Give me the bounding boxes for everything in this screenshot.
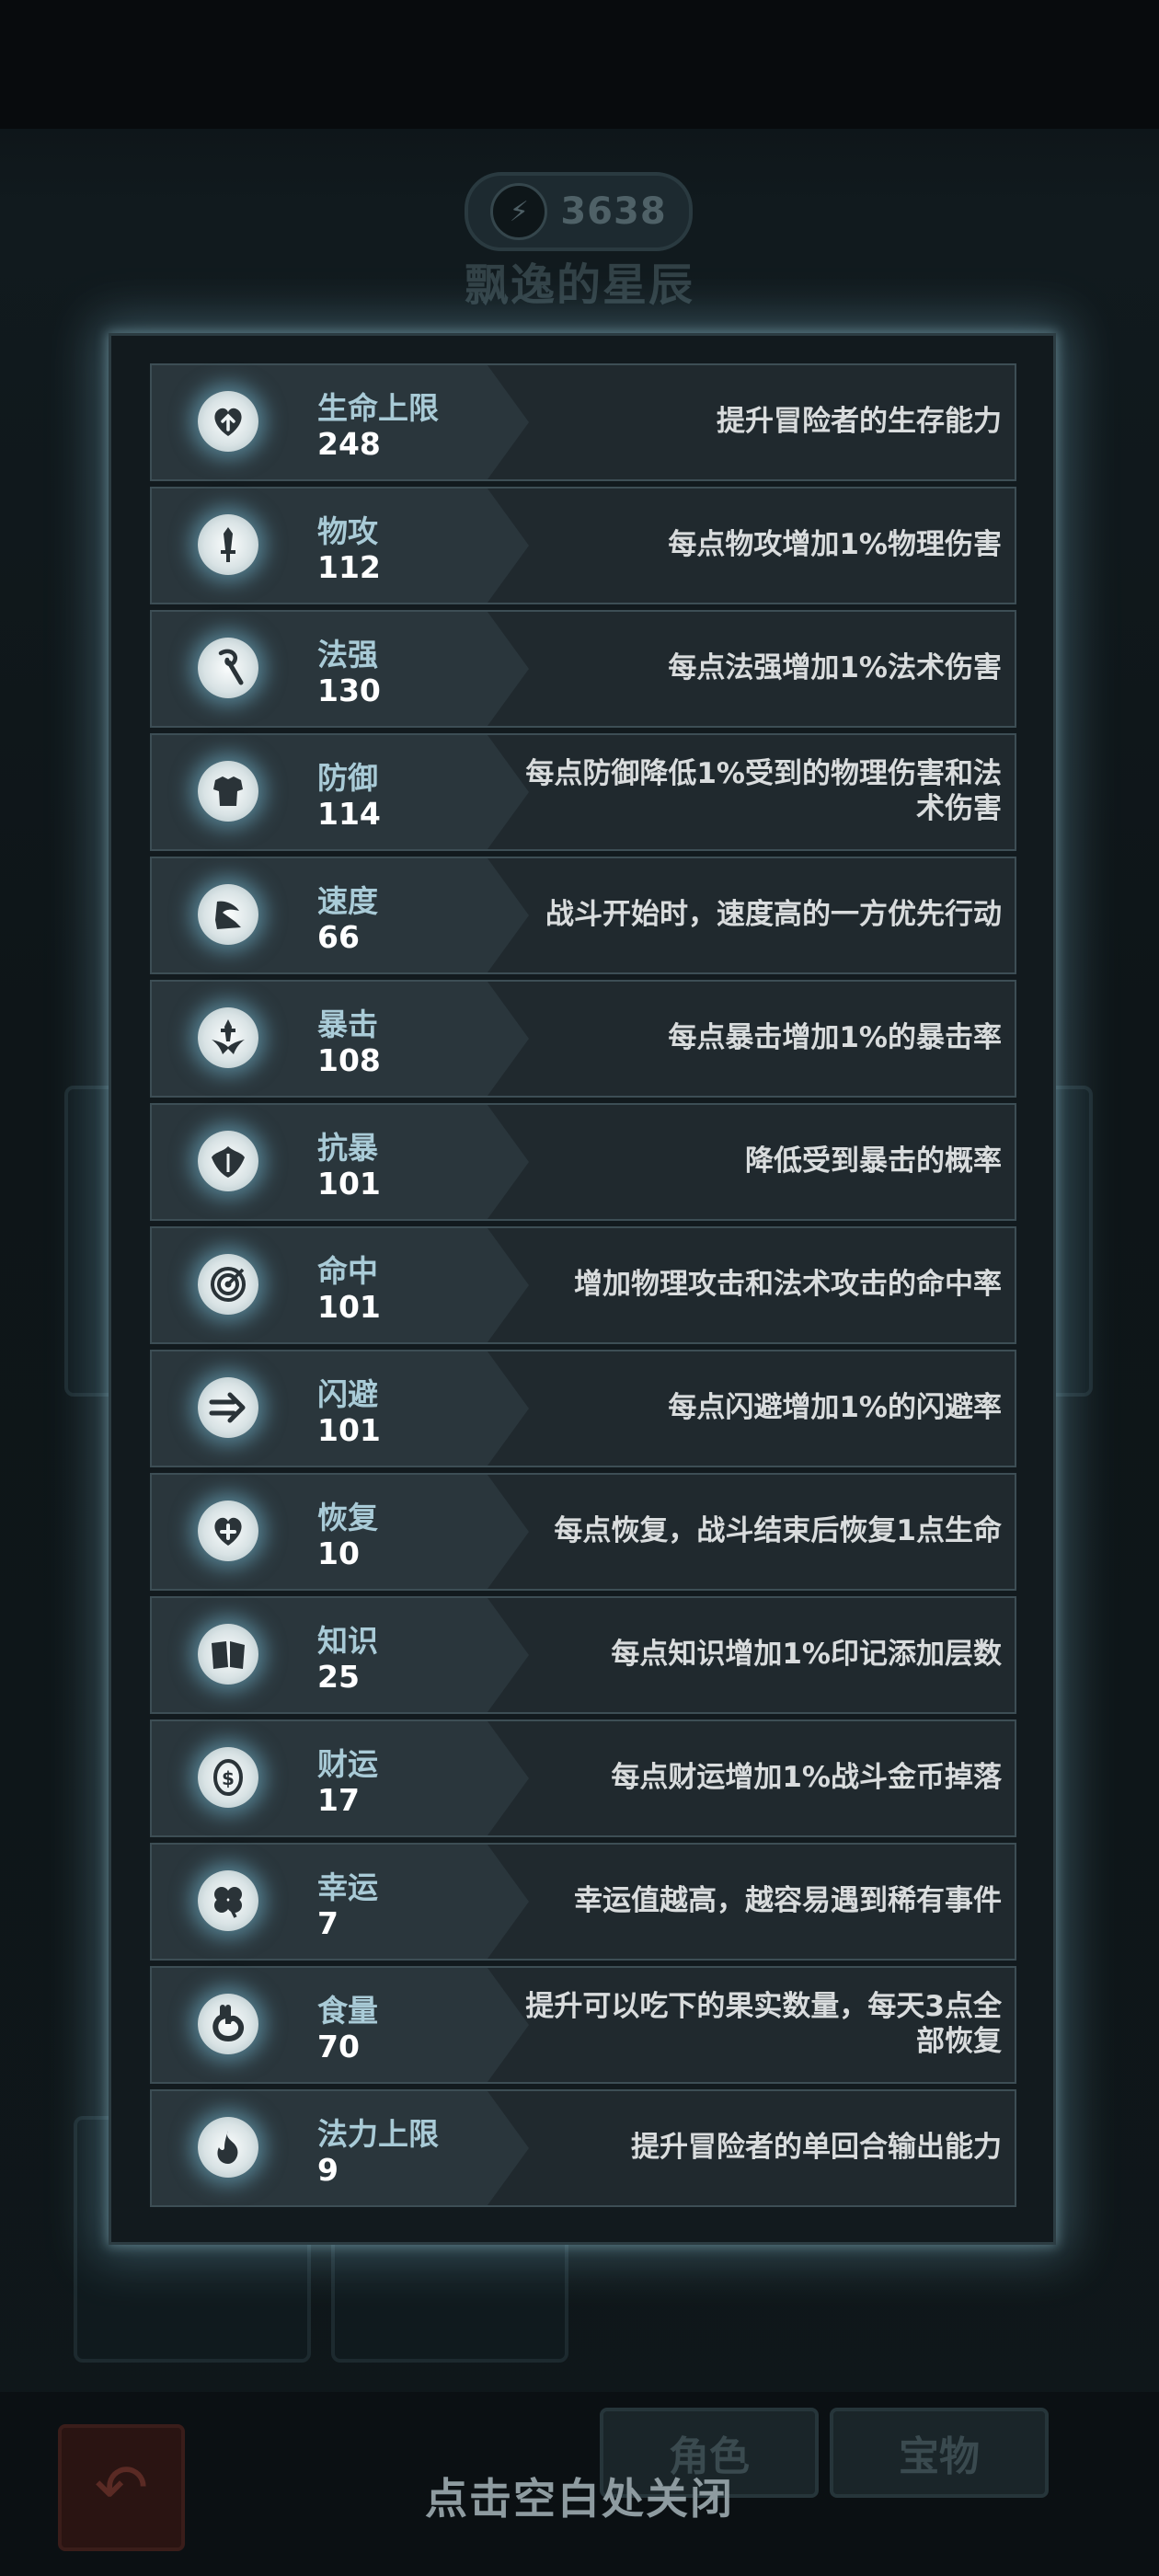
heart-plus-icon xyxy=(198,1501,258,1561)
stat-value: 101 xyxy=(317,1166,381,1202)
stomach-icon xyxy=(198,1994,258,2054)
stat-description: 每点防御降低1%受到的物理伤害和法术伤害 xyxy=(525,757,1002,825)
heart-up-icon xyxy=(198,391,258,452)
dodge-arrow-icon xyxy=(198,1377,258,1438)
stat-row: 知识 25 每点知识增加1%印记添加层数 xyxy=(150,1596,1016,1714)
stat-value: 66 xyxy=(317,919,360,955)
stat-description: 每点恢复，战斗结束后恢复1点生命 xyxy=(554,1514,1002,1548)
stat-name: 命中 xyxy=(317,1253,378,1289)
hero-name: 飘逸的星辰 xyxy=(464,259,694,311)
stat-row: 命中 101 增加物理攻击和法术攻击的命中率 xyxy=(150,1226,1016,1344)
stat-row: 法强 130 每点法强增加1%法术伤害 xyxy=(150,610,1016,728)
stat-value: 10 xyxy=(317,1535,360,1571)
stat-value: 101 xyxy=(317,1289,381,1325)
stat-value: 130 xyxy=(317,673,381,708)
armor-icon xyxy=(198,761,258,822)
stat-description: 提升冒险者的单回合输出能力 xyxy=(631,2131,1002,2165)
staff-icon xyxy=(198,638,258,698)
stat-row: $ 财运 17 每点财运增加1%战斗金币掉落 xyxy=(150,1719,1016,1837)
stat-name: 生命上限 xyxy=(317,390,439,426)
clover-icon xyxy=(198,1870,258,1931)
stat-value: 248 xyxy=(317,426,381,462)
stat-name: 暴击 xyxy=(317,1006,378,1042)
stat-value: 9 xyxy=(317,2152,339,2188)
stat-name: 法力上限 xyxy=(317,2116,439,2152)
stat-description: 增加物理攻击和法术攻击的命中率 xyxy=(574,1268,1002,1302)
stat-row: 物攻 112 每点物攻增加1%物理伤害 xyxy=(150,487,1016,604)
stat-value: 101 xyxy=(317,1412,381,1448)
stat-row: 幸运 7 幸运值越高，越容易遇到稀有事件 xyxy=(150,1843,1016,1961)
background-top xyxy=(0,0,1159,129)
crit-dagger-icon xyxy=(198,1007,258,1068)
shield-burst-icon xyxy=(198,1131,258,1191)
stat-description: 每点物攻增加1%物理伤害 xyxy=(668,528,1002,562)
stat-value: 108 xyxy=(317,1042,381,1078)
stat-name: 法强 xyxy=(317,637,378,673)
stat-name: 财运 xyxy=(317,1746,378,1782)
stat-description: 每点暴击增加1%的暴击率 xyxy=(668,1021,1002,1055)
stat-description: 战斗开始时，速度高的一方优先行动 xyxy=(545,898,1002,932)
stat-value: 114 xyxy=(317,796,381,832)
stat-name: 闪避 xyxy=(317,1376,378,1412)
stats-modal: 生命上限 248 提升冒险者的生存能力物攻 112 每点物攻增加1%物理伤害法强 130 每… xyxy=(109,333,1056,2245)
stat-name: 抗暴 xyxy=(317,1130,378,1166)
stat-description: 提升冒险者的生存能力 xyxy=(717,405,1002,439)
stat-description: 每点知识增加1%印记添加层数 xyxy=(611,1638,1002,1672)
power-icon: ⚡ xyxy=(490,183,548,240)
stat-name: 速度 xyxy=(317,883,378,919)
stat-row: 暴击 108 每点暴击增加1%的暴击率 xyxy=(150,980,1016,1098)
mana-flame-icon xyxy=(198,2117,258,2178)
book-icon xyxy=(198,1624,258,1685)
stat-value: 25 xyxy=(317,1659,360,1695)
stat-value: 7 xyxy=(317,1905,339,1941)
stat-description: 提升可以吃下的果实数量，每天3点全部恢复 xyxy=(525,1990,1002,2058)
stat-value: 112 xyxy=(317,549,381,585)
stat-description: 每点法强增加1%法术伤害 xyxy=(668,651,1002,685)
stat-row: 闪避 101 每点闪避增加1%的闪避率 xyxy=(150,1350,1016,1467)
svg-text:$: $ xyxy=(222,1767,235,1789)
power-badge: ⚡ 3638 xyxy=(465,172,693,251)
stat-row: 生命上限 248 提升冒险者的生存能力 xyxy=(150,363,1016,481)
stat-name: 物攻 xyxy=(317,513,378,549)
stat-value: 70 xyxy=(317,2029,360,2064)
stat-name: 防御 xyxy=(317,760,378,796)
winged-boot-icon xyxy=(198,884,258,945)
stat-name: 幸运 xyxy=(317,1869,378,1905)
stat-row: 食量 70 提升可以吃下的果实数量，每天3点全部恢复 xyxy=(150,1966,1016,2084)
stat-name: 知识 xyxy=(317,1623,378,1659)
stat-name: 恢复 xyxy=(317,1500,378,1535)
stat-row: 防御 114 每点防御降低1%受到的物理伤害和法术伤害 xyxy=(150,733,1016,851)
stat-row: 恢复 10 每点恢复，战斗结束后恢复1点生命 xyxy=(150,1473,1016,1591)
stat-row: 速度 66 战斗开始时，速度高的一方优先行动 xyxy=(150,857,1016,974)
stat-description: 幸运值越高，越容易遇到稀有事件 xyxy=(574,1884,1002,1918)
stat-description: 每点财运增加1%战斗金币掉落 xyxy=(611,1761,1002,1795)
stats-list: 生命上限 248 提升冒险者的生存能力物攻 112 每点物攻增加1%物理伤害法强 130 每… xyxy=(150,363,1020,2213)
coin-icon: $ xyxy=(198,1747,258,1808)
sword-icon xyxy=(198,514,258,575)
stat-name: 食量 xyxy=(317,1993,378,2029)
stat-description: 每点闪避增加1%的闪避率 xyxy=(668,1391,1002,1425)
stat-description: 降低受到暴击的概率 xyxy=(745,1144,1002,1179)
close-hint[interactable]: 点击空白处关闭 xyxy=(0,2466,1159,2526)
stat-row: 法力上限 9 提升冒险者的单回合输出能力 xyxy=(150,2089,1016,2207)
stat-value: 17 xyxy=(317,1782,360,1818)
power-value: 3638 xyxy=(560,190,667,233)
target-icon xyxy=(198,1254,258,1315)
stat-row: 抗暴 101 降低受到暴击的概率 xyxy=(150,1103,1016,1221)
